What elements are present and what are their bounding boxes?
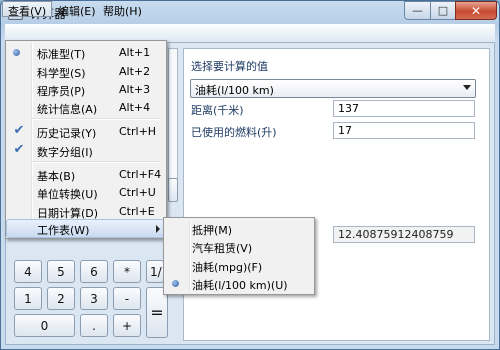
key-4[interactable]: 4 — [14, 260, 42, 283]
menu-item-shortcut: Ctrl+H — [119, 125, 157, 138]
menu-edit[interactable]: 编辑(E) — [52, 1, 102, 18]
key-2[interactable]: 2 — [47, 287, 75, 310]
menu-item-shortcut: Alt+3 — [119, 83, 151, 96]
menu-item-shortcut: Ctrl+F4 — [119, 168, 162, 181]
key-multiply[interactable]: * — [113, 260, 141, 283]
menu-help[interactable]: 帮助(H) — [97, 1, 148, 18]
key-0[interactable]: 0 — [14, 314, 75, 337]
menu-item-scientific[interactable]: 科学型(S) Alt+2 — [6, 62, 164, 81]
menu-item-shortcut: Ctrl+U — [119, 186, 156, 199]
display-panel-edge — [168, 48, 178, 196]
menu-item-shortcut: Ctrl+E — [119, 205, 155, 218]
maximize-icon: □ — [437, 4, 449, 17]
menu-separator — [32, 118, 160, 120]
menu-item-label: 标准型(T) — [37, 48, 86, 61]
minimize-icon: — — [412, 4, 423, 17]
menu-item-label: 油耗(l/100 km)(U) — [192, 279, 288, 292]
minimize-button[interactable]: — — [404, 1, 431, 20]
menu-item-label: 程序员(P) — [37, 85, 86, 98]
menu-separator — [32, 161, 160, 163]
submenu-item-fuel-l100km[interactable]: 油耗(l/100 km)(U) — [164, 275, 314, 293]
menu-item-history[interactable]: ✔ 历史记录(Y) Ctrl+H — [6, 122, 164, 141]
radio-dot-icon — [172, 280, 179, 287]
key-3[interactable]: 3 — [80, 287, 108, 310]
close-button[interactable]: ✕ — [455, 1, 497, 20]
close-icon: ✕ — [470, 3, 482, 18]
key-6[interactable]: 6 — [80, 260, 108, 283]
menu-item-label: 统计信息(A) — [37, 103, 98, 116]
menu-item-label: 历史记录(Y) — [37, 127, 97, 140]
menu-item-shortcut: Alt+4 — [119, 101, 151, 114]
menu-view[interactable]: 查看(V) — [2, 1, 53, 18]
menu-item-worksheets[interactable]: 工作表(W) — [6, 219, 164, 238]
menu-item-basic[interactable]: 基本(B) Ctrl+F4 — [6, 165, 164, 184]
menu-item-shortcut: Alt+2 — [119, 65, 151, 78]
chevron-down-icon[interactable] — [463, 85, 471, 90]
submenu-item-fuel-mpg[interactable]: 油耗(mpg)(F) — [164, 257, 314, 275]
checkmark-icon: ✔ — [13, 142, 25, 157]
menu-item-statistics[interactable]: 统计信息(A) Alt+4 — [6, 98, 164, 117]
keypad-button-edge[interactable] — [168, 178, 178, 202]
menu-item-programmer[interactable]: 程序员(P) Alt+3 — [6, 80, 164, 99]
menu-item-label: 抵押(M) — [192, 224, 233, 237]
menu-item-standard[interactable]: 标准型(T) Alt+1 — [6, 43, 164, 62]
menu-item-label: 汽车租赁(V) — [192, 242, 253, 255]
menu-item-label: 数字分组(I) — [37, 146, 93, 159]
key-5[interactable]: 5 — [47, 260, 75, 283]
fuel-used-input[interactable]: 17 — [333, 122, 475, 139]
menu-item-label: 科学型(S) — [37, 67, 86, 80]
distance-label: 距离(千米) — [191, 104, 244, 117]
worksheet-heading: 选择要计算的值 — [191, 60, 268, 73]
key-1[interactable]: 1 — [14, 287, 42, 310]
key-reciprocal[interactable]: 1/ — [146, 260, 164, 283]
menu-item-label: 基本(B) — [37, 170, 76, 183]
menu-item-label: 油耗(mpg)(F) — [192, 261, 263, 274]
radio-dot-icon — [13, 49, 20, 56]
result-field: 12.40875912408759 — [333, 226, 475, 243]
submenu-item-vehicle-lease[interactable]: 汽车租赁(V) — [164, 238, 314, 256]
distance-input[interactable]: 137 — [333, 100, 475, 117]
key-decimal[interactable]: . — [80, 314, 108, 337]
menu-item-digit-grouping[interactable]: ✔ 数字分组(I) — [6, 141, 164, 160]
calculation-select[interactable]: 油耗(l/100 km) — [190, 79, 476, 98]
menu-item-label: 工作表(W) — [37, 224, 90, 237]
fuel-used-label: 已使用的燃料(升) — [191, 126, 277, 139]
checkmark-icon: ✔ — [13, 123, 25, 138]
submenu-item-mortgage[interactable]: 抵押(M) — [164, 220, 314, 238]
maximize-button[interactable]: □ — [430, 1, 456, 20]
key-add[interactable]: + — [113, 314, 141, 337]
menu-item-unit-conversion[interactable]: 单位转换(U) Ctrl+U — [6, 183, 164, 202]
key-subtract[interactable]: - — [113, 287, 141, 310]
menu-item-label: 单位转换(U) — [37, 188, 98, 201]
menu-item-shortcut: Alt+1 — [119, 46, 151, 59]
chevron-right-icon — [156, 225, 160, 233]
